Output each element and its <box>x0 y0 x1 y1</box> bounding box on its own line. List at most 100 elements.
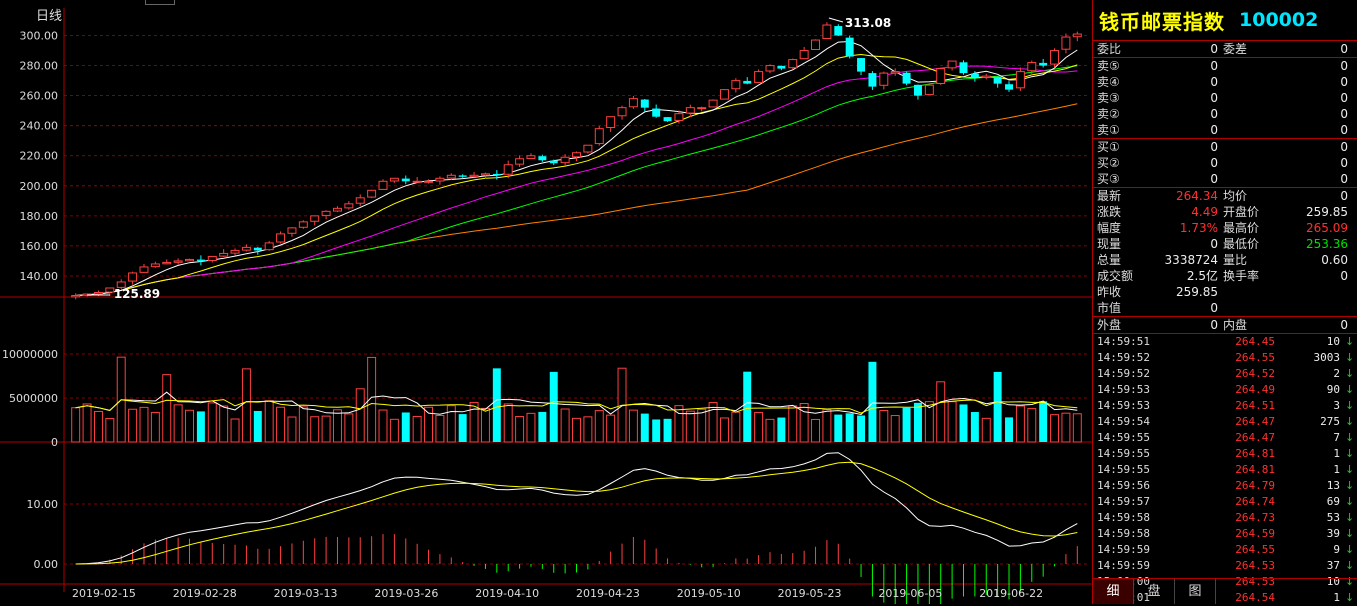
tick-price: 264.59 <box>1235 527 1275 540</box>
volume-bar <box>1039 401 1048 442</box>
volume-bar <box>890 415 900 443</box>
volume-bar <box>276 406 286 443</box>
volume-bar <box>139 406 149 443</box>
high-price-marker: 313.08 <box>845 16 891 30</box>
panel-tabs: 细 盘 图 <box>1093 578 1357 605</box>
order-ratio-section: 委比 0 委差 0 <box>1093 41 1357 58</box>
candle-body <box>868 73 877 87</box>
candle-body <box>1015 71 1025 89</box>
sell-volume: 0 <box>1340 91 1348 105</box>
candle-body <box>173 260 183 263</box>
volume-bar <box>1005 417 1014 442</box>
price-tick-label: 220.00 <box>20 150 59 163</box>
kline-chart[interactable]: 日线 300.00 280.00 260.00 240.00 220.00 200.00 18… <box>0 0 1092 604</box>
tick-time: 14:59:55 <box>1097 447 1150 460</box>
tick-price: 264.49 <box>1235 383 1275 396</box>
tick-volume: 39 <box>1326 527 1340 540</box>
candle-body <box>321 210 331 216</box>
volume-bar <box>606 414 616 443</box>
tick-time: 14:59:57 <box>1097 495 1150 508</box>
tick-volume: 2 <box>1333 367 1340 380</box>
volume-bar <box>845 413 854 442</box>
tick-volume: 3003 <box>1313 351 1341 364</box>
sell-row: 卖⑤ 0 0 <box>1093 58 1357 74</box>
tick-price: 264.52 <box>1235 367 1275 380</box>
date-label: 2019-02-28 <box>173 587 237 600</box>
candle-body <box>879 72 889 86</box>
candle-body <box>469 174 479 178</box>
tick-row: 14:59:57 264.74 69 ↓ <box>1093 494 1357 510</box>
volume-bar <box>628 409 638 443</box>
tick-time: 14:59:55 <box>1097 431 1150 444</box>
candle-body <box>663 117 672 122</box>
tick-price: 264.74 <box>1235 495 1275 508</box>
volume-bar <box>708 402 718 443</box>
tick-time: 14:59:54 <box>1097 415 1150 428</box>
buy-level-label: 买② <box>1097 156 1120 170</box>
quote-row: 昨收 259.85 <box>1093 284 1357 300</box>
candle-body <box>264 242 274 251</box>
quote-label: 幅度 <box>1097 221 1122 235</box>
tab-detail[interactable]: 细 <box>1093 579 1134 604</box>
volume-bar <box>162 374 172 443</box>
candle-body <box>617 107 627 117</box>
candle-body <box>355 197 365 204</box>
volume-bar <box>207 402 217 443</box>
candle-body <box>1039 62 1048 66</box>
quote-value-2: 259.85 <box>1306 205 1348 219</box>
candle-body <box>811 39 821 51</box>
volume-bar <box>128 408 138 443</box>
sell-level-label: 卖② <box>1097 107 1120 121</box>
volume-bar <box>959 404 968 442</box>
tick-volume: 10 <box>1326 335 1340 348</box>
buy-price: 0 <box>1210 140 1218 154</box>
tick-list[interactable]: 14:59:51 264.45 10 ↓ 14:59:52 264.55 3003 ↓ 14:5… <box>1093 334 1357 606</box>
tick-price: 264.45 <box>1235 335 1275 348</box>
volume-bar <box>538 411 547 442</box>
sell-price: 0 <box>1210 75 1218 89</box>
tick-arrow: ↓ <box>1345 479 1355 492</box>
candle-body <box>777 65 786 69</box>
tick-row: 14:59:58 264.73 53 ↓ <box>1093 510 1357 526</box>
candle-body <box>401 178 410 182</box>
tick-volume: 275 <box>1320 415 1340 428</box>
volume-bar <box>981 417 991 443</box>
candle-body <box>719 89 729 100</box>
price-tick-label: 160.00 <box>20 240 59 253</box>
tab-book[interactable]: 盘 <box>1134 579 1175 604</box>
inner-value: 0 <box>1340 318 1348 332</box>
candle-body <box>788 59 798 69</box>
volume-bar <box>811 418 821 443</box>
candle-body <box>230 249 240 254</box>
volume-bar <box>401 412 410 442</box>
tick-price: 264.55 <box>1235 351 1275 364</box>
volume-bar <box>150 411 160 443</box>
volume-bar <box>572 417 581 443</box>
date-label: 2019-05-23 <box>778 587 842 600</box>
volume-bar <box>970 412 979 442</box>
tick-arrow: ↓ <box>1345 351 1355 364</box>
buy-book: 买① 0 0 买② 0 0 买③ 0 0 <box>1093 139 1357 188</box>
quote-label: 成交额 <box>1097 269 1134 283</box>
quote-row: 成交额 2.5亿 换手率 0 <box>1093 268 1357 284</box>
tick-time: 14:59:55 <box>1097 463 1150 476</box>
volume-bar <box>1050 414 1060 443</box>
quote-label: 昨收 <box>1097 285 1122 299</box>
sell-price: 0 <box>1210 107 1218 121</box>
tick-arrow: ↓ <box>1345 447 1355 460</box>
volume-bar <box>697 408 707 443</box>
volume-bar <box>264 400 274 443</box>
tick-row: 14:59:53 264.49 90 ↓ <box>1093 382 1357 398</box>
candle-body <box>424 180 434 183</box>
quote-value: 0 <box>1210 237 1218 251</box>
candle-body <box>697 107 707 110</box>
volume-bar <box>834 414 843 442</box>
quote-row: 幅度 1.73% 最高价 265.09 <box>1093 220 1357 236</box>
macd-tick-label: 0.00 <box>34 558 59 571</box>
candle-body <box>492 173 501 176</box>
candle-body <box>583 144 593 153</box>
quote-label-2: 换手率 <box>1223 269 1260 283</box>
tab-chart[interactable]: 图 <box>1175 579 1216 604</box>
sell-level-label: 卖④ <box>1097 75 1120 89</box>
volume-bar <box>1061 412 1071 443</box>
